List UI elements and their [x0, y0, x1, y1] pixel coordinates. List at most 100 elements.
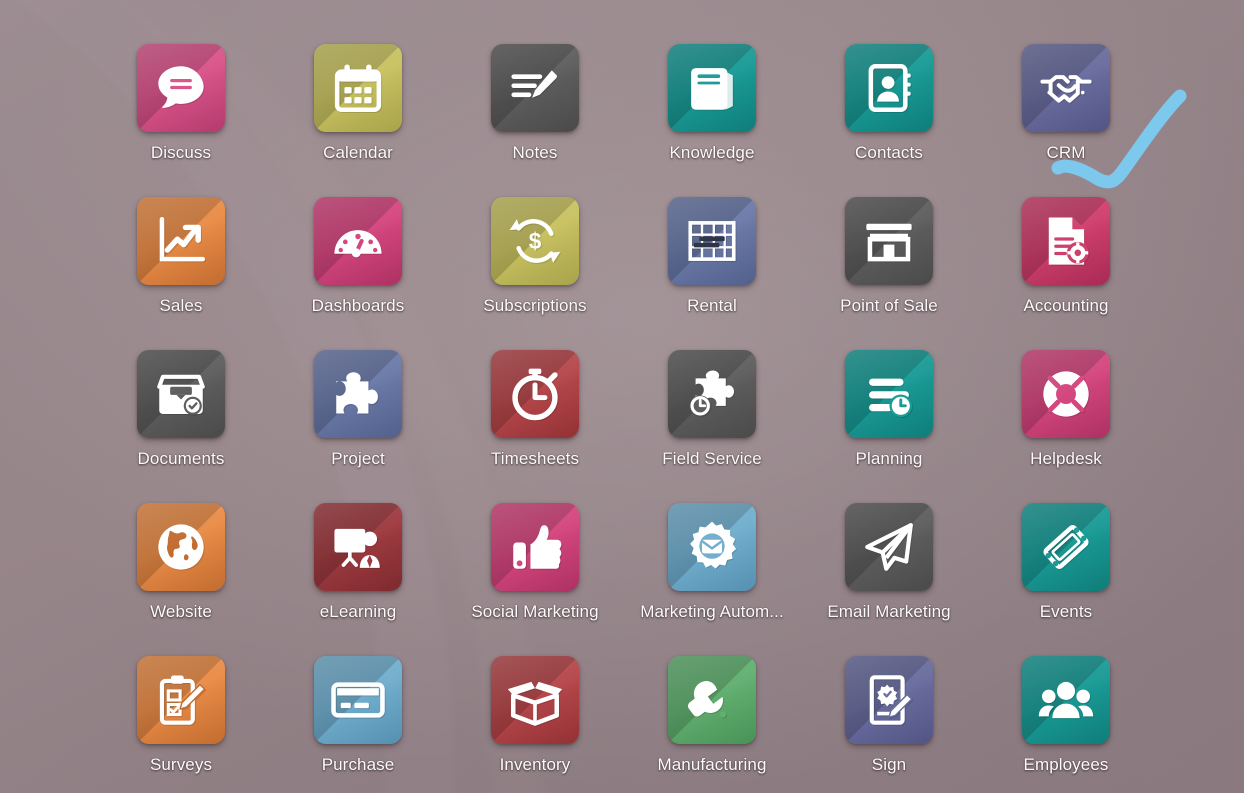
app-tile[interactable] [1022, 350, 1110, 438]
clipboard-pencil-icon [152, 671, 210, 729]
app-tile[interactable] [845, 656, 933, 744]
app-item-helpdesk[interactable]: Helpdesk [978, 350, 1155, 503]
app-tile[interactable] [137, 503, 225, 591]
app-tile[interactable] [845, 44, 933, 132]
app-tile[interactable] [314, 197, 402, 285]
file-box-check-icon [152, 365, 210, 423]
app-item-knowledge[interactable]: Knowledge [624, 44, 801, 197]
app-label: Project [331, 449, 385, 468]
app-tile[interactable] [314, 44, 402, 132]
app-item-subscriptions[interactable]: $ Subscriptions [447, 197, 624, 350]
credit-card-icon [329, 671, 387, 729]
app-item-timesheets[interactable]: Timesheets [447, 350, 624, 503]
app-item-inventory[interactable]: Inventory [447, 656, 624, 793]
app-tile[interactable] [137, 44, 225, 132]
app-label: Employees [1023, 755, 1109, 774]
app-item-sales[interactable]: Sales [93, 197, 270, 350]
app-item-events[interactable]: Events [978, 503, 1155, 656]
app-tile[interactable] [314, 350, 402, 438]
app-label: Subscriptions [483, 296, 587, 315]
app-label: eLearning [319, 602, 397, 621]
app-tile[interactable] [845, 350, 933, 438]
app-tile[interactable] [668, 503, 756, 591]
app-tile[interactable] [668, 44, 756, 132]
stopwatch-icon [506, 365, 564, 423]
invoice-gear-icon [1037, 212, 1095, 270]
app-item-rental[interactable]: Rental [624, 197, 801, 350]
app-label: Helpdesk [1030, 449, 1102, 468]
app-item-social-marketing[interactable]: Social Marketing [447, 503, 624, 656]
gantt-grid-icon [683, 212, 741, 270]
gauge-icon [329, 212, 387, 270]
app-tile[interactable] [668, 656, 756, 744]
app-item-calendar[interactable]: Calendar [270, 44, 447, 197]
app-tile[interactable] [314, 503, 402, 591]
app-item-crm[interactable]: CRM [978, 44, 1155, 197]
app-item-field-service[interactable]: Field Service [624, 350, 801, 503]
app-item-elearning[interactable]: eLearning [270, 503, 447, 656]
app-tile[interactable] [137, 350, 225, 438]
app-tile[interactable] [491, 656, 579, 744]
app-item-discuss[interactable]: Discuss [93, 44, 270, 197]
puzzle-piece-icon [329, 365, 387, 423]
schedule-bars-clock-icon [860, 365, 918, 423]
app-item-manufacturing[interactable]: Manufacturing [624, 656, 801, 793]
app-tile[interactable] [1022, 44, 1110, 132]
app-item-contacts[interactable]: Contacts [801, 44, 978, 197]
app-tile[interactable] [845, 503, 933, 591]
app-tile[interactable] [668, 197, 756, 285]
ticket-icon [1037, 518, 1095, 576]
app-label: Field Service [662, 449, 762, 468]
app-tile[interactable] [314, 656, 402, 744]
app-item-documents[interactable]: Documents [93, 350, 270, 503]
app-tile[interactable] [491, 503, 579, 591]
app-item-planning[interactable]: Planning [801, 350, 978, 503]
app-label: Dashboards [311, 296, 405, 315]
app-label: Timesheets [490, 449, 580, 468]
app-item-employees[interactable]: Employees [978, 656, 1155, 793]
app-label: Manufacturing [657, 755, 767, 774]
app-tile[interactable] [137, 197, 225, 285]
app-label: Purchase [321, 755, 395, 774]
app-tile[interactable] [1022, 197, 1110, 285]
app-item-email-marketing[interactable]: Email Marketing [801, 503, 978, 656]
app-label: Surveys [149, 755, 213, 774]
app-item-dashboards[interactable]: Dashboards [270, 197, 447, 350]
app-item-purchase[interactable]: Purchase [270, 656, 447, 793]
open-box-icon [506, 671, 564, 729]
address-book-icon [860, 59, 918, 117]
app-item-accounting[interactable]: Accounting [978, 197, 1155, 350]
app-label: Accounting [1023, 296, 1109, 315]
life-ring-icon [1037, 365, 1095, 423]
app-item-point-of-sale[interactable]: Point of Sale [801, 197, 978, 350]
app-tile[interactable]: $ [491, 197, 579, 285]
puzzle-clock-icon [683, 365, 741, 423]
app-grid: Discuss Calendar Notes Knowledge Contacts CRM… [0, 0, 1244, 793]
app-item-notes[interactable]: Notes [447, 44, 624, 197]
wrench-icon [683, 671, 741, 729]
app-tile[interactable] [845, 197, 933, 285]
app-tile[interactable] [668, 350, 756, 438]
app-label: Point of Sale [840, 296, 938, 315]
app-item-project[interactable]: Project [270, 350, 447, 503]
presentation-icon [329, 518, 387, 576]
app-tile[interactable] [1022, 656, 1110, 744]
app-tile[interactable] [491, 44, 579, 132]
app-item-marketing-autom[interactable]: Marketing Autom... [624, 503, 801, 656]
app-tile[interactable] [137, 656, 225, 744]
book-icon [683, 59, 741, 117]
app-label: Sign [871, 755, 907, 774]
growth-chart-icon [152, 212, 210, 270]
paper-plane-icon [860, 518, 918, 576]
app-item-website[interactable]: Website [93, 503, 270, 656]
app-tile[interactable] [1022, 503, 1110, 591]
app-item-sign[interactable]: Sign [801, 656, 978, 793]
app-label: Planning [855, 449, 923, 468]
storefront-icon [860, 212, 918, 270]
handshake-icon [1037, 59, 1095, 117]
app-tile[interactable] [491, 350, 579, 438]
app-item-surveys[interactable]: Surveys [93, 656, 270, 793]
app-label: Discuss [150, 143, 212, 162]
globe-icon [152, 518, 210, 576]
app-label: Calendar [323, 143, 393, 162]
